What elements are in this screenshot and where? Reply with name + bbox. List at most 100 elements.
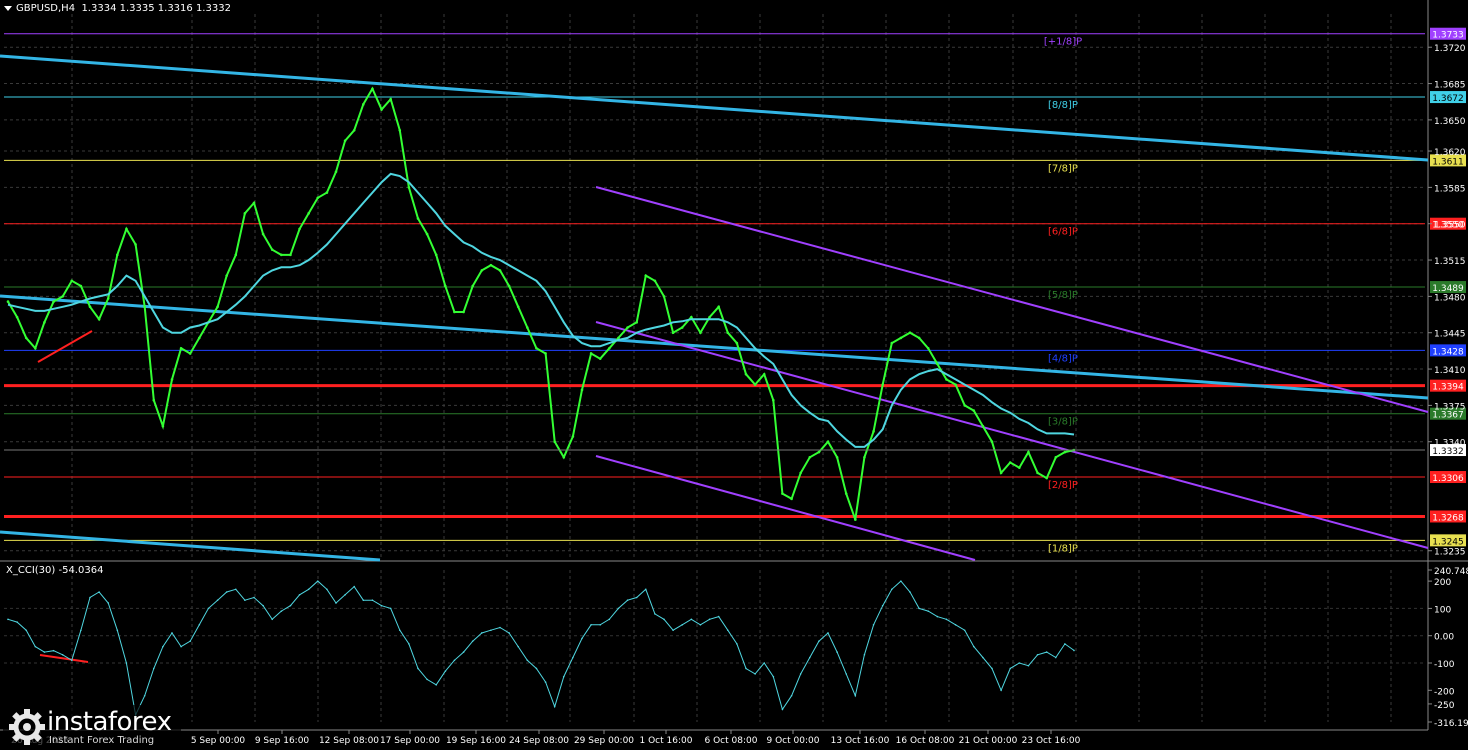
price-tick-label: 1.3550 <box>1434 221 1466 231</box>
cci-point <box>389 607 392 610</box>
price-point <box>352 128 356 132</box>
cci-point <box>717 615 720 618</box>
price-point <box>635 321 638 324</box>
price-point <box>963 404 966 407</box>
cci-point <box>1073 649 1075 652</box>
cci-point <box>1064 643 1066 645</box>
cci-point <box>772 675 775 678</box>
cci-point <box>872 623 875 626</box>
chart-window[interactable]: [+1/8]P 1.3733 [8/8]P 1.3672 [7/8]P 1.3611 [6/… <box>0 0 1468 750</box>
cci-point <box>316 580 319 582</box>
cci-point <box>736 643 738 645</box>
chart-canvas[interactable]: [+1/8]P 1.3733 [8/8]P 1.3672 [7/8]P 1.3611 [6/… <box>0 0 1468 750</box>
cci-point <box>1045 651 1048 653</box>
price-tick-label: 1.3685 <box>1434 81 1466 91</box>
price-point <box>407 186 411 189</box>
price-point <box>298 227 301 231</box>
price-point <box>480 269 484 272</box>
sr-price-tag-text: 1.3394 <box>1432 383 1464 393</box>
price-point <box>234 253 238 257</box>
dropdown-triangle-icon[interactable] <box>4 5 12 11</box>
time-tick-label: 17 Sep 00:00 <box>380 736 440 746</box>
time-tick-label: 23 Oct 16:00 <box>1022 736 1081 746</box>
price-point <box>489 263 493 267</box>
price-point <box>808 455 812 459</box>
time-tick-label: 19 Sep 16:00 <box>446 736 506 746</box>
price-point <box>881 383 884 386</box>
cci-point <box>116 629 119 632</box>
price-point <box>125 227 128 231</box>
cci-point <box>763 662 766 664</box>
price-point <box>954 383 957 386</box>
symbol-label: GBPUSD,H4 <box>16 3 76 14</box>
cci-point <box>799 673 802 675</box>
murrey-level-label: [3/8]P <box>1048 417 1078 428</box>
cci-point <box>890 588 893 591</box>
cci-point <box>954 623 957 626</box>
cci-point <box>1018 662 1021 664</box>
moving-average-line <box>7 172 1075 448</box>
cci-tick-label: -200 <box>1434 687 1455 697</box>
cci-point <box>162 645 164 648</box>
price-point <box>398 128 402 132</box>
cci-point <box>945 618 948 621</box>
price-point <box>817 450 821 454</box>
price-tick-label: 1.3720 <box>1434 44 1466 54</box>
price-point <box>362 103 365 106</box>
price-point <box>225 274 228 277</box>
channel-upper-line <box>595 186 1429 413</box>
price-point <box>790 497 793 501</box>
price-point <box>170 378 174 381</box>
price-point <box>152 398 156 402</box>
price-tick-label: 1.3340 <box>1434 439 1466 449</box>
divergence-price-line <box>37 330 93 363</box>
price-point <box>972 409 976 412</box>
price-point <box>380 108 383 111</box>
cci-point <box>152 667 155 670</box>
cci-point <box>635 596 638 599</box>
cci-point <box>499 626 501 629</box>
price-point <box>772 398 775 402</box>
price-point <box>471 284 474 288</box>
cci-point <box>61 654 64 656</box>
cci-point <box>608 618 611 621</box>
cci-point <box>681 623 684 626</box>
price-point <box>544 352 547 355</box>
price-point <box>34 346 37 350</box>
cci-point <box>927 610 930 612</box>
cci-point <box>253 596 255 599</box>
cci-point <box>189 640 192 642</box>
instaforex-logo: instaforex Instant Forex Trading <box>3 705 181 748</box>
price-point <box>343 139 347 142</box>
murrey-price-tag-text: 1.3611 <box>1432 157 1464 167</box>
murrey-level-label: [2/8]P <box>1048 480 1078 491</box>
price-point <box>188 352 192 355</box>
price-tick-label: 1.3445 <box>1434 330 1466 340</box>
cci-point <box>972 645 975 648</box>
cci-point <box>480 632 483 634</box>
price-tick-label: 1.3480 <box>1434 293 1466 303</box>
price-point <box>52 300 55 303</box>
cci-point <box>918 607 920 610</box>
cci-point <box>544 681 547 683</box>
cci-point <box>517 645 520 648</box>
price-point <box>116 253 119 257</box>
price-point <box>589 352 593 355</box>
price-point <box>863 455 866 459</box>
price-point <box>334 170 338 174</box>
cci-point <box>16 621 18 623</box>
price-point <box>6 300 10 303</box>
cci-point <box>836 651 838 653</box>
price-point <box>24 336 28 340</box>
price-point <box>726 331 730 335</box>
cci-point <box>508 632 510 634</box>
cci-point <box>125 662 128 664</box>
cci-point <box>426 678 428 681</box>
cci-point <box>298 593 301 596</box>
chart-title: GBPUSD,H4 1.3334 1.3335 1.3316 1.3332 <box>4 3 231 14</box>
cci-tick-label: 200 <box>1434 578 1451 588</box>
cci-point <box>444 670 447 672</box>
price-point <box>653 279 657 283</box>
price-grid <box>4 14 1425 722</box>
cci-point <box>225 591 228 593</box>
